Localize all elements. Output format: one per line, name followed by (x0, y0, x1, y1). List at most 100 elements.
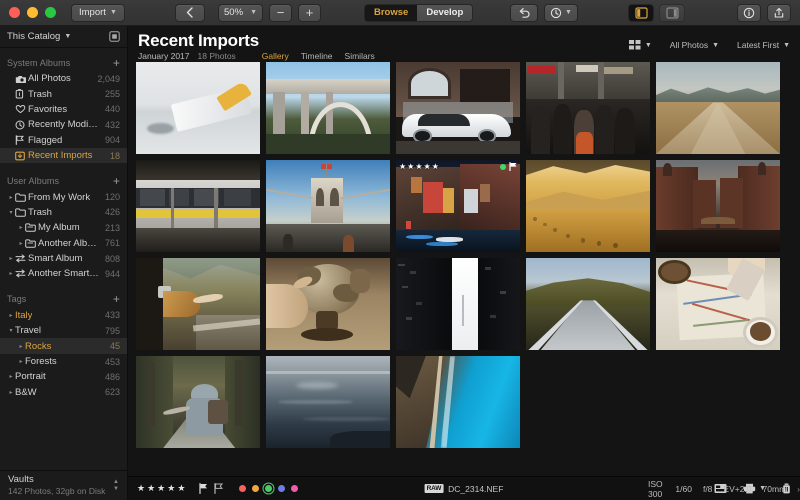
vaults-stepper[interactable]: ▲ ▼ (113, 479, 119, 492)
zoom-level-value: 50% (224, 7, 244, 18)
sidebar-item-another-album[interactable]: ▸ Another Album 761 (0, 236, 127, 251)
share-button[interactable] (767, 3, 791, 22)
photo-thumbnail[interactable] (266, 258, 390, 350)
star-icon[interactable]: ★ (137, 483, 145, 494)
star-icon[interactable]: ★ (167, 483, 175, 494)
color-label-green[interactable] (265, 485, 273, 492)
sidebar-scroll-area[interactable]: System Albums + All Photos 2,049 Trash 255 Fav… (0, 48, 127, 470)
photo-thumbnail[interactable] (656, 258, 780, 350)
twisty-collapsed-icon[interactable]: ▸ (7, 194, 15, 201)
photo-thumbnail[interactable] (136, 356, 260, 448)
twisty-collapsed-icon[interactable]: ▸ (17, 224, 25, 231)
photo-thumbnail[interactable] (136, 62, 260, 154)
sidebar-item-label: Travel (15, 325, 42, 337)
add-item-button[interactable]: + (113, 175, 120, 187)
close-window-button[interactable] (9, 7, 20, 18)
sidebar-item-travel[interactable]: ▾ Travel 795 (0, 323, 127, 338)
twisty-collapsed-icon[interactable]: ▸ (7, 389, 15, 396)
sidebar-item-trash[interactable]: Trash 255 (0, 86, 127, 101)
photo-thumbnail[interactable] (266, 356, 390, 448)
sort-select[interactable]: Latest First ▼ (737, 40, 790, 50)
zoom-out-button[interactable]: − (269, 3, 292, 22)
twisty-collapsed-icon[interactable]: ▸ (17, 240, 25, 247)
twisty-collapsed-icon[interactable]: ▸ (17, 343, 25, 350)
back-button[interactable] (174, 3, 205, 22)
left-panel-toggle-button[interactable] (628, 3, 654, 22)
sidebar-item-rocks[interactable]: ▸ Rocks 45 (0, 338, 127, 354)
twisty-collapsed-icon[interactable]: ▸ (7, 270, 15, 277)
import-button[interactable]: Import ▼ (71, 3, 125, 22)
twisty-expanded-icon[interactable]: ▾ (7, 209, 15, 216)
sidebar-item-favorites[interactable]: Favorites 440 (0, 102, 127, 117)
photo-thumbnail[interactable] (136, 258, 260, 350)
photo-thumbnail[interactable] (526, 160, 650, 252)
twisty-collapsed-icon[interactable]: ▸ (17, 358, 25, 365)
photo-thumbnail[interactable] (266, 160, 390, 252)
photo-thumbnail[interactable]: ★ ★ ★ ★ ★ (396, 160, 520, 252)
catalog-square-icon[interactable] (109, 31, 120, 42)
color-label-red[interactable] (239, 485, 247, 492)
star-icon[interactable]: ★ (157, 483, 165, 494)
zoom-in-button[interactable]: + (298, 3, 321, 22)
zoom-in-label: + (305, 5, 314, 20)
maximize-window-button[interactable] (45, 7, 56, 18)
tab-gallery[interactable]: Gallery (262, 51, 289, 61)
grid-layout-select[interactable]: ▼ (628, 40, 652, 50)
sidebar-item-portrait[interactable]: ▸ Portrait 486 (0, 369, 127, 384)
history-button[interactable]: ▼ (544, 3, 578, 22)
sidebar-item-smart-album[interactable]: ▸ Smart Album 808 (0, 251, 127, 266)
photo-thumbnail[interactable] (396, 258, 520, 350)
flag-filled-icon[interactable] (199, 483, 208, 494)
undo-button[interactable] (510, 3, 538, 22)
color-label-blue[interactable] (278, 485, 286, 492)
sidebar-item-recently-modified[interactable]: Recently Modified 432 (0, 117, 127, 132)
sidebar-item-another-smart-a[interactable]: ▸ Another Smart A... 944 (0, 266, 127, 281)
photo-thumbnail[interactable] (656, 160, 780, 252)
twisty-collapsed-icon[interactable]: ▸ (7, 373, 15, 380)
thumbnail-rating[interactable]: ★ ★ ★ ★ ★ (399, 162, 439, 171)
photo-thumbnail[interactable] (136, 160, 260, 252)
add-item-button[interactable]: + (113, 293, 120, 305)
sidebar-item-count: 2,049 (97, 73, 120, 84)
flag-outline-icon[interactable] (214, 483, 224, 494)
tab-browse[interactable]: Browse (365, 4, 418, 21)
sidebar-item-b-w[interactable]: ▸ B&W 623 (0, 385, 127, 400)
photo-thumbnail[interactable] (526, 258, 650, 350)
sidebar-item-flagged[interactable]: Flagged 904 (0, 133, 127, 148)
rating-stars[interactable]: ★ ★ ★ ★ ★ (137, 483, 185, 494)
sidebar-item-my-album[interactable]: ▸ My Album 213 (0, 220, 127, 235)
right-panel-toggle-button[interactable] (659, 3, 685, 22)
photo-thumbnail[interactable] (526, 62, 650, 154)
twisty-collapsed-icon[interactable]: ▸ (7, 255, 15, 262)
add-item-button[interactable]: + (113, 57, 120, 69)
sidebar-item-italy[interactable]: ▸ Italy 433 (0, 308, 127, 323)
twisty-expanded-icon[interactable]: ▾ (7, 327, 15, 334)
catalog-selector[interactable]: This Catalog ▼ (0, 26, 127, 48)
sidebar-item-from-my-work[interactable]: ▸ From My Work 120 (0, 189, 127, 204)
sidebar-item-all-photos[interactable]: All Photos 2,049 (0, 71, 127, 86)
star-icon[interactable]: ★ (177, 483, 185, 494)
zoom-level-select[interactable]: 50% ▼ (218, 3, 263, 22)
photo-grid-scroll[interactable]: ★ ★ ★ ★ ★ (128, 62, 800, 476)
sidebar-item-label: Flagged (28, 134, 63, 146)
twisty-collapsed-icon[interactable]: ▸ (7, 312, 15, 319)
sidebar-item-recent-imports[interactable]: Recent Imports 18 (0, 147, 127, 164)
chevron-down-icon: ▼ (565, 9, 572, 16)
vaults-footer[interactable]: Vaults 142 Photos, 32gb on Disk ▲ ▼ (0, 470, 127, 500)
info-button[interactable] (737, 3, 761, 22)
photo-thumbnail[interactable] (266, 62, 390, 154)
photo-thumbnail[interactable] (396, 356, 520, 448)
sidebar-item-forests[interactable]: ▸ Forests 453 (0, 354, 127, 369)
thumbnail-image-map-coffee-planning (656, 258, 780, 350)
tab-develop[interactable]: Develop (417, 4, 473, 21)
color-label-orange[interactable] (252, 485, 260, 492)
color-label-pink[interactable] (291, 485, 299, 492)
sidebar-item-trash[interactable]: ▾ Trash 426 (0, 205, 127, 220)
tab-timeline[interactable]: Timeline (301, 51, 333, 61)
minimize-window-button[interactable] (27, 7, 38, 18)
filter-select[interactable]: All Photos ▼ (670, 40, 719, 50)
photo-thumbnail[interactable] (656, 62, 780, 154)
photo-thumbnail[interactable] (396, 62, 520, 154)
star-icon[interactable]: ★ (147, 483, 155, 494)
tab-similars[interactable]: Similars (345, 51, 375, 61)
